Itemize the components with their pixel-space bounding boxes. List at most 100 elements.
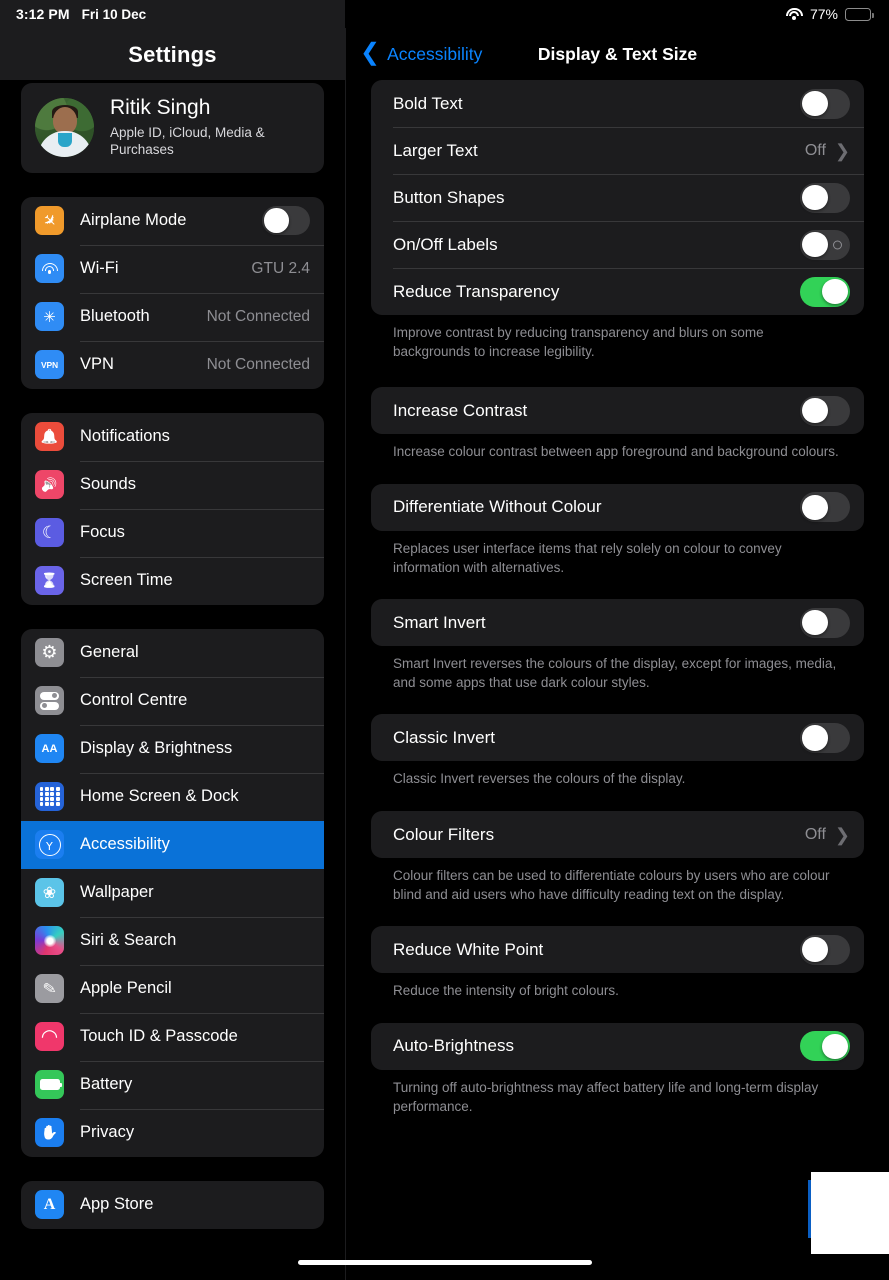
- bell-icon: [35, 422, 64, 452]
- sidebar-item-apple-pencil[interactable]: Apple Pencil: [21, 964, 324, 1013]
- row-increase-contrast[interactable]: Increase Contrast: [371, 387, 864, 434]
- flower-icon: [35, 878, 64, 908]
- section-footnote: Reduce the intensity of bright colours.: [393, 983, 619, 999]
- sidebar-item-label: General: [80, 643, 139, 662]
- sidebar-item-label: Notifications: [80, 427, 170, 446]
- increase-contrast-toggle[interactable]: [800, 395, 850, 426]
- sidebar-item-accessibility[interactable]: Accessibility: [21, 820, 324, 869]
- sidebar-item-wifi[interactable]: Wi-Fi GTU 2.4: [21, 244, 324, 293]
- wifi-icon: [35, 254, 64, 284]
- sidebar-item-home-screen-dock[interactable]: Home Screen & Dock: [21, 772, 324, 821]
- status-bar: 3:12 PM Fri 10 Dec 77%: [0, 0, 889, 28]
- larger-text-value: Off: [804, 141, 826, 159]
- sidebar-item-label: Home Screen & Dock: [80, 787, 239, 806]
- detail-navigation-bar: ❮ Accessibility Display & Text Size: [346, 28, 889, 80]
- sidebar-item-label: Apple Pencil: [80, 979, 172, 998]
- settings-panel: Auto-Brightness: [371, 1022, 864, 1070]
- status-bar-left: 3:12 PM Fri 10 Dec: [0, 0, 345, 28]
- row-label: Larger Text: [393, 140, 478, 160]
- row-label: Differentiate Without Colour: [393, 497, 602, 517]
- battery-percent-label: 77%: [809, 6, 838, 22]
- row-differentiate-without-colour[interactable]: Differentiate Without Colour: [371, 484, 864, 531]
- sidebar-item-battery[interactable]: Battery: [21, 1060, 324, 1109]
- sidebar-item-touch-id-passcode[interactable]: Touch ID & Passcode: [21, 1012, 324, 1061]
- button-shapes-toggle[interactable]: [800, 182, 850, 213]
- row-bold-text[interactable]: Bold Text: [371, 80, 864, 127]
- sidebar-item-sounds[interactable]: Sounds: [21, 460, 324, 509]
- status-date: Fri 10 Dec: [81, 6, 147, 22]
- classic-invert-toggle[interactable]: [800, 722, 850, 753]
- row-auto-brightness[interactable]: Auto-Brightness: [371, 1023, 864, 1070]
- sidebar-item-label: VPN: [80, 355, 114, 374]
- sidebar-item-general[interactable]: General: [21, 629, 324, 677]
- speaker-icon: [35, 470, 64, 500]
- reduce-white-point-toggle[interactable]: [800, 934, 850, 965]
- sidebar-item-label: Wallpaper: [80, 883, 154, 902]
- row-reduce-white-point[interactable]: Reduce White Point: [371, 926, 864, 973]
- fingerprint-icon: [35, 1022, 64, 1052]
- sidebar-item-label: Bluetooth: [80, 307, 150, 326]
- row-larger-text[interactable]: Larger Text Off ❯: [371, 127, 864, 174]
- appstore-icon: [35, 1190, 64, 1220]
- sidebar-item-bluetooth[interactable]: Bluetooth Not Connected: [21, 292, 324, 341]
- status-time: 3:12 PM: [16, 6, 70, 22]
- section-footnote: Increase colour contrast between app for…: [393, 444, 839, 460]
- home-indicator[interactable]: [298, 1260, 592, 1265]
- sidebar-item-display-brightness[interactable]: AA Display & Brightness: [21, 724, 324, 773]
- bold-text-toggle[interactable]: [800, 88, 850, 119]
- sidebar-item-label: Wi-Fi: [80, 259, 119, 278]
- smart-invert-toggle[interactable]: [800, 607, 850, 638]
- section-smart-invert: Smart Invert Smart Invert reverses the c…: [371, 599, 864, 692]
- section-text-display: Bold Text Larger Text Off ❯ Button Shape…: [371, 80, 864, 361]
- sidebar-item-label: Battery: [80, 1075, 133, 1094]
- sidebar-item-app-store[interactable]: App Store: [21, 1181, 324, 1229]
- sidebar-item-focus[interactable]: Focus: [21, 508, 324, 557]
- section-differentiate-without-colour: Differentiate Without Colour Replaces us…: [371, 483, 864, 577]
- row-button-shapes[interactable]: Button Shapes: [371, 174, 864, 221]
- page-title: Settings: [128, 42, 217, 67]
- sidebar-item-wallpaper[interactable]: Wallpaper: [21, 869, 324, 917]
- differentiate-without-colour-toggle[interactable]: [800, 492, 850, 523]
- on-off-labels-toggle[interactable]: [800, 229, 850, 260]
- siri-icon: [35, 926, 64, 956]
- row-reduce-transparency[interactable]: Reduce Transparency: [371, 268, 864, 315]
- row-smart-invert[interactable]: Smart Invert: [371, 599, 864, 646]
- sidebar-item-vpn[interactable]: VPN VPN Not Connected: [21, 340, 324, 389]
- avatar: [35, 98, 94, 158]
- sidebar-item-privacy[interactable]: Privacy: [21, 1108, 324, 1157]
- section-colour-filters: Colour Filters Off ❯ Colour filters can …: [371, 811, 864, 904]
- reduce-transparency-toggle[interactable]: [800, 276, 850, 307]
- row-classic-invert[interactable]: Classic Invert: [371, 714, 864, 761]
- sidebar-item-siri-search[interactable]: Siri & Search: [21, 916, 324, 965]
- sidebar-scroll-area[interactable]: Ritik Singh Apple ID, iCloud, Media & Pu…: [0, 80, 345, 1280]
- panel-divider: [345, 0, 346, 1280]
- section-auto-brightness: Auto-Brightness Turning off auto-brightn…: [371, 1022, 864, 1116]
- row-on-off-labels[interactable]: On/Off Labels: [371, 221, 864, 268]
- sidebar-item-airplane-mode[interactable]: Airplane Mode: [21, 197, 324, 245]
- chevron-right-icon: ❯: [834, 140, 850, 161]
- settings-panel: Increase Contrast: [371, 387, 864, 435]
- bluetooth-status-value: Not Connected: [206, 307, 310, 325]
- settings-panel: Reduce White Point: [371, 926, 864, 974]
- back-button-label: Accessibility: [387, 43, 483, 64]
- apple-id-profile-row[interactable]: Ritik Singh Apple ID, iCloud, Media & Pu…: [21, 83, 324, 173]
- row-colour-filters[interactable]: Colour Filters Off ❯: [371, 811, 864, 858]
- section-footnote: Classic Invert reverses the colours of t…: [393, 771, 686, 787]
- grid-icon: [35, 782, 64, 812]
- sidebar-item-notifications[interactable]: Notifications: [21, 413, 324, 461]
- sidebar-item-label: Sounds: [80, 475, 136, 494]
- sidebar-item-control-centre[interactable]: Control Centre: [21, 676, 324, 725]
- row-label: On/Off Labels: [393, 234, 498, 254]
- sidebar-item-screen-time[interactable]: Screen Time: [21, 556, 324, 605]
- toggles-icon: [35, 686, 64, 716]
- airplane-mode-toggle[interactable]: [262, 206, 310, 236]
- detail-scroll-area[interactable]: Bold Text Larger Text Off ❯ Button Shape…: [346, 80, 889, 1280]
- vpn-icon: VPN: [35, 350, 64, 380]
- back-button[interactable]: ❮ Accessibility: [360, 41, 483, 65]
- moon-icon: [35, 518, 64, 548]
- section-footnote: Replaces user interface items that rely …: [393, 540, 782, 575]
- hand-icon: [35, 1118, 64, 1148]
- auto-brightness-toggle[interactable]: [800, 1031, 850, 1062]
- colour-filters-value: Off: [804, 825, 826, 843]
- row-label: Increase Contrast: [393, 400, 528, 420]
